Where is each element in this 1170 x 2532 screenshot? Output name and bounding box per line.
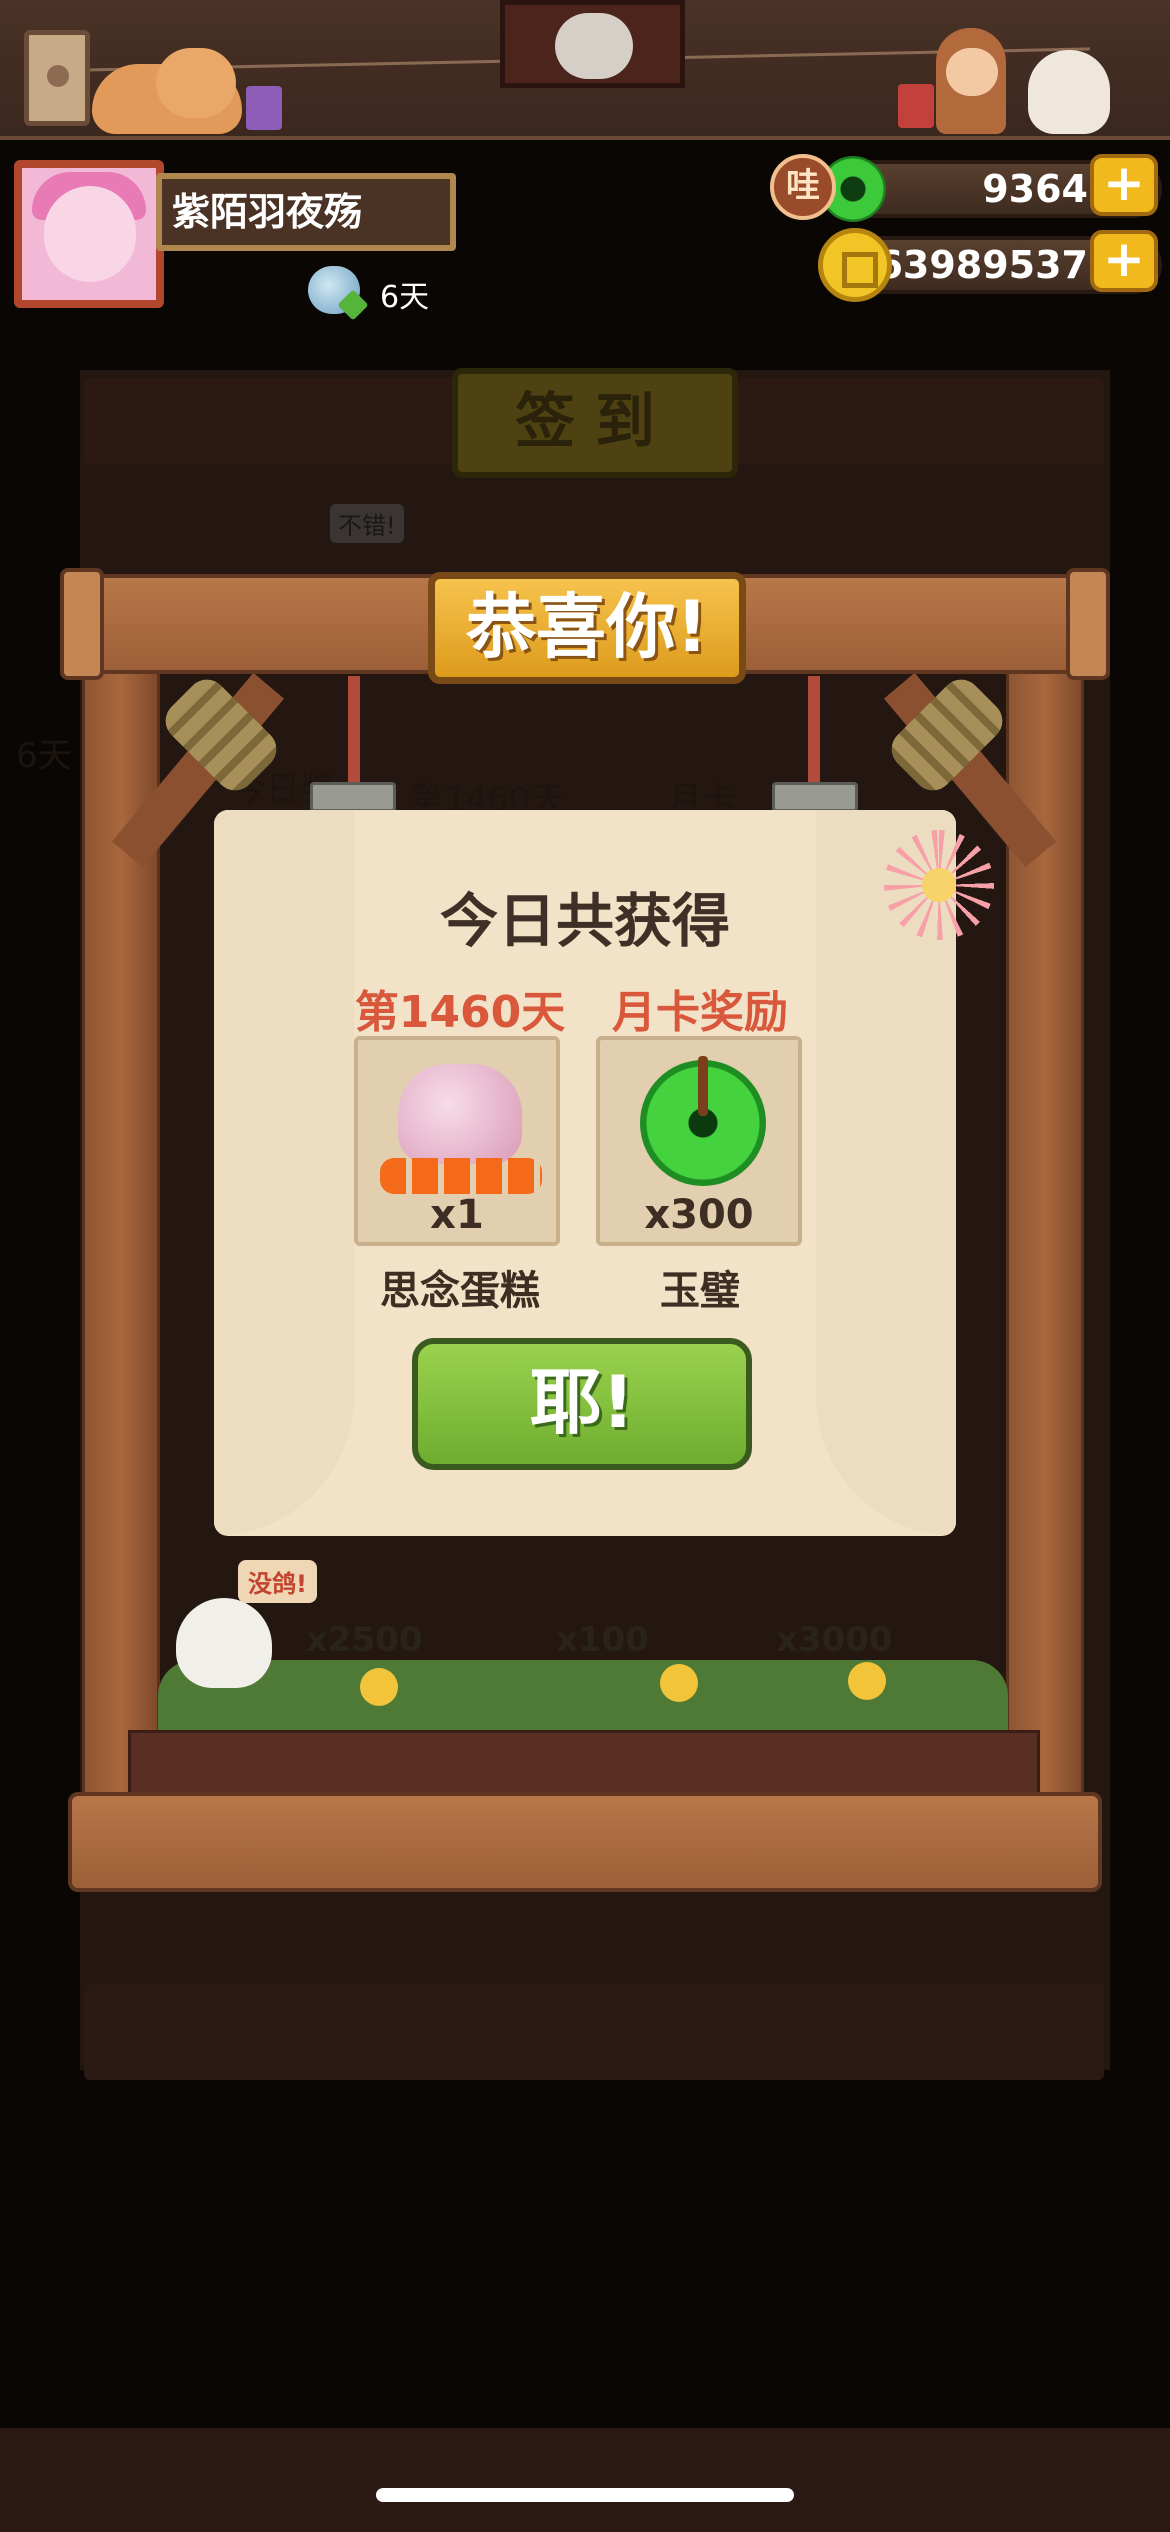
flame-icon bbox=[380, 1158, 542, 1194]
reward-name-jade: 玉璧 bbox=[660, 1268, 740, 1314]
hang-clamp-right bbox=[772, 782, 858, 812]
home-indicator[interactable] bbox=[376, 2488, 794, 2502]
reward-count: x1 bbox=[430, 1192, 484, 1238]
red-jar-icon bbox=[898, 84, 934, 128]
reward-card-title: 今日共获得 bbox=[439, 887, 730, 955]
reward-card: 今日共获得 第1460天 月卡奖励 x1 x300 思念蛋糕 玉璧 耶! bbox=[214, 810, 956, 1536]
wa-badge[interactable]: 哇 bbox=[770, 154, 836, 220]
reward-header-daily: 第1460天 bbox=[354, 987, 566, 1038]
congrats-banner: 恭喜你! bbox=[428, 572, 746, 684]
add-coin-button[interactable]: + bbox=[1090, 230, 1158, 292]
bottom-bar bbox=[0, 2428, 1170, 2532]
flower-icon bbox=[660, 1664, 698, 1702]
white-cat-icon bbox=[1028, 50, 1110, 134]
jade-icon bbox=[640, 1056, 766, 1186]
streak-icon bbox=[308, 266, 360, 314]
frame-bottom-beam bbox=[68, 1792, 1102, 1892]
add-jade-button[interactable]: + bbox=[1090, 154, 1158, 216]
flower-icon bbox=[848, 1662, 886, 1700]
firework-icon bbox=[884, 830, 994, 940]
hang-rod-right bbox=[808, 676, 820, 792]
beam-cap-right bbox=[1066, 568, 1110, 680]
beam-cap-left bbox=[60, 568, 104, 680]
reward-header-monthcard: 月卡奖励 bbox=[612, 987, 788, 1038]
bg-reward-1: x2500 bbox=[306, 1620, 423, 1660]
reward-name-cake: 思念蛋糕 bbox=[380, 1268, 540, 1314]
mascot-icon bbox=[555, 13, 633, 79]
cake-icon bbox=[398, 1064, 522, 1164]
bg-day-count: 6天 bbox=[16, 736, 72, 776]
mascot-portrait[interactable] bbox=[500, 0, 685, 88]
confirm-button[interactable]: 耶! bbox=[412, 1338, 752, 1470]
pigeon-icon bbox=[176, 1598, 272, 1688]
bg-speech-bubble: 不错! bbox=[330, 504, 404, 543]
player-name: 紫陌羽夜殇 bbox=[156, 173, 456, 251]
pigeon-speech-bubble: 没鸽! bbox=[238, 1560, 317, 1603]
reward-slot-jade[interactable]: x300 bbox=[596, 1036, 802, 1246]
top-banner bbox=[0, 0, 1170, 140]
scroll-icon[interactable] bbox=[24, 30, 90, 126]
bg-reward-3: x3000 bbox=[776, 1620, 893, 1660]
bg-bottom-beam bbox=[84, 1984, 1104, 2080]
reward-count: x300 bbox=[644, 1192, 754, 1238]
player-avatar[interactable] bbox=[14, 160, 164, 308]
sign-in-title: 签到 bbox=[452, 368, 738, 478]
avatar-face bbox=[44, 186, 136, 282]
coin-icon bbox=[818, 228, 892, 302]
flower-icon bbox=[360, 1668, 398, 1706]
streak-days: 6天 bbox=[380, 280, 430, 315]
boy-character-icon bbox=[936, 28, 1006, 134]
bg-reward-2: x100 bbox=[556, 1620, 649, 1660]
hang-clamp-left bbox=[310, 782, 396, 812]
frame-base-strip bbox=[128, 1730, 1040, 1796]
purple-jar-icon bbox=[246, 86, 282, 130]
hang-rod-left bbox=[348, 676, 360, 792]
orange-cat-icon bbox=[92, 48, 242, 134]
reward-slot-cake[interactable]: x1 bbox=[354, 1036, 560, 1246]
